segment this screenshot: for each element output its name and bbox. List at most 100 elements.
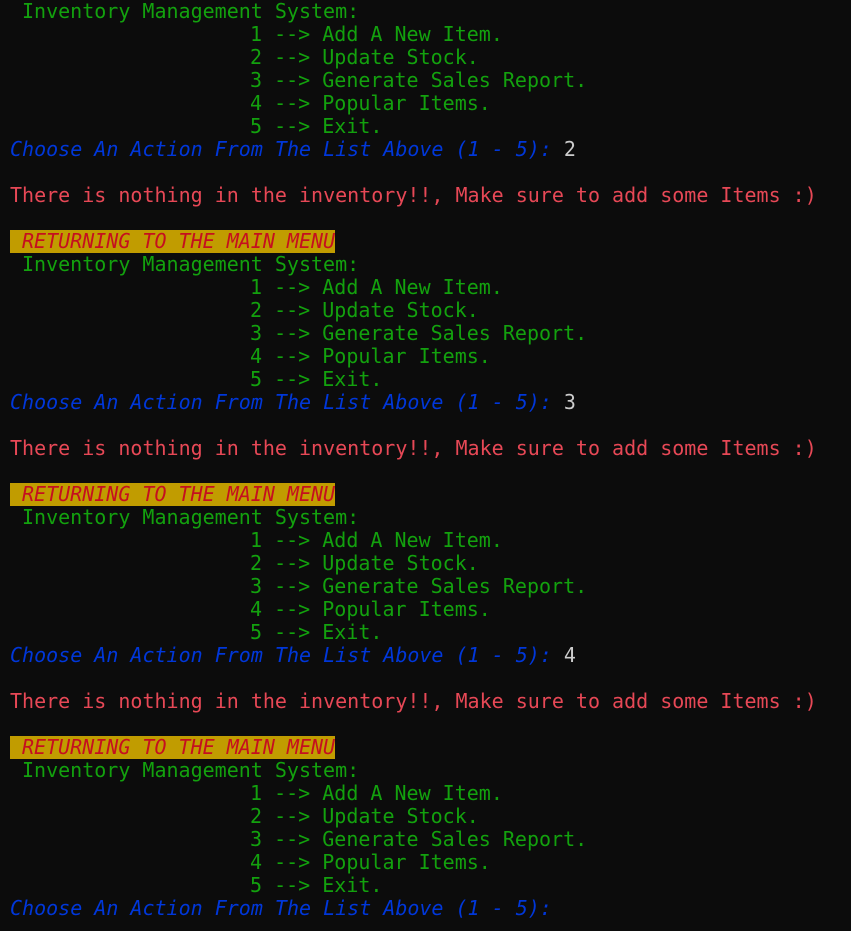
action-prompt: Choose An Action From The List Above (1 …: [0, 644, 851, 667]
menu-option: 2 --> Update Stock.: [0, 299, 851, 322]
return-banner-text: RETURNING TO THE MAIN MENU: [10, 483, 336, 506]
option-number: 4: [250, 91, 263, 115]
option-number: 2: [250, 298, 263, 322]
return-banner: RETURNING TO THE MAIN MENU: [0, 230, 851, 253]
return-banner: RETURNING TO THE MAIN MENU: [0, 736, 851, 759]
option-number: 2: [250, 551, 263, 575]
option-arrow: -->: [274, 574, 311, 598]
error-message-text: There is nothing in the inventory!!, Mak…: [10, 689, 817, 713]
option-number: 1: [250, 528, 263, 552]
option-arrow: -->: [274, 781, 311, 805]
option-number: 3: [250, 321, 263, 345]
action-prompt: Choose An Action From The List Above (1 …: [0, 138, 851, 161]
user-input: 2: [563, 137, 576, 161]
return-banner-text: RETURNING TO THE MAIN MENU: [10, 736, 336, 759]
menu-option: 3 --> Generate Sales Report.: [0, 575, 851, 598]
option-number: 3: [250, 68, 263, 92]
option-label: Generate Sales Report.: [322, 68, 588, 92]
option-number: 4: [250, 850, 263, 874]
option-label: Update Stock.: [322, 804, 479, 828]
empty-inventory-message: There is nothing in the inventory!!, Mak…: [0, 437, 851, 460]
option-arrow: -->: [274, 804, 311, 828]
option-number: 1: [250, 22, 263, 46]
prompt-text: Choose An Action From The List Above (1 …: [10, 390, 564, 414]
option-number: 1: [250, 275, 263, 299]
option-label: Popular Items.: [322, 344, 491, 368]
menu-option: 1 --> Add A New Item.: [0, 23, 851, 46]
prompt-text: Choose An Action From The List Above (1 …: [10, 896, 564, 920]
option-arrow: -->: [274, 298, 311, 322]
user-input: 4: [563, 643, 576, 667]
option-label: Add A New Item.: [322, 22, 503, 46]
option-arrow: -->: [274, 873, 311, 897]
menu-title-text: Inventory Management System:: [22, 505, 360, 529]
option-number: 5: [250, 367, 263, 391]
option-number: 2: [250, 45, 263, 69]
menu-title-text: Inventory Management System:: [22, 252, 360, 276]
option-arrow: -->: [274, 344, 311, 368]
menu-option: 5 --> Exit.: [0, 115, 851, 138]
menu-title-text: Inventory Management System:: [22, 758, 360, 782]
prompt-text: Choose An Action From The List Above (1 …: [10, 137, 564, 161]
option-label: Exit.: [322, 114, 383, 138]
action-prompt: Choose An Action From The List Above (1 …: [0, 391, 851, 414]
option-arrow: -->: [274, 275, 311, 299]
error-message-text: There is nothing in the inventory!!, Mak…: [10, 183, 817, 207]
empty-inventory-message: There is nothing in the inventory!!, Mak…: [0, 690, 851, 713]
option-arrow: -->: [274, 68, 311, 92]
menu-option: 3 --> Generate Sales Report.: [0, 69, 851, 92]
menu-option: 3 --> Generate Sales Report.: [0, 322, 851, 345]
menu-title: Inventory Management System:: [0, 253, 851, 276]
option-label: Popular Items.: [322, 91, 491, 115]
option-label: Exit.: [322, 367, 383, 391]
option-label: Exit.: [322, 620, 383, 644]
option-arrow: -->: [274, 321, 311, 345]
option-arrow: -->: [274, 850, 311, 874]
option-number: 4: [250, 597, 263, 621]
option-number: 5: [250, 114, 263, 138]
option-arrow: -->: [274, 551, 311, 575]
option-label: Popular Items.: [322, 597, 491, 621]
menu-option: 1 --> Add A New Item.: [0, 276, 851, 299]
action-prompt: Choose An Action From The List Above (1 …: [0, 897, 851, 920]
option-arrow: -->: [274, 114, 311, 138]
option-arrow: -->: [274, 45, 311, 69]
option-label: Add A New Item.: [322, 275, 503, 299]
option-label: Generate Sales Report.: [322, 321, 588, 345]
option-arrow: -->: [274, 620, 311, 644]
menu-option: 3 --> Generate Sales Report.: [0, 828, 851, 851]
menu-title-text: Inventory Management System:: [22, 0, 360, 23]
option-label: Update Stock.: [322, 551, 479, 575]
terminal-output[interactable]: Inventory Management System: 1 --> Add A …: [0, 0, 851, 931]
menu-option: 4 --> Popular Items.: [0, 851, 851, 874]
menu-option: 1 --> Add A New Item.: [0, 529, 851, 552]
option-label: Update Stock.: [322, 45, 479, 69]
option-label: Generate Sales Report.: [322, 574, 588, 598]
menu-option: 4 --> Popular Items.: [0, 92, 851, 115]
menu-option: 2 --> Update Stock.: [0, 552, 851, 575]
option-label: Generate Sales Report.: [322, 827, 588, 851]
option-arrow: -->: [274, 597, 311, 621]
menu-option: 5 --> Exit.: [0, 621, 851, 644]
return-banner: RETURNING TO THE MAIN MENU: [0, 483, 851, 506]
option-arrow: -->: [274, 22, 311, 46]
option-number: 3: [250, 827, 263, 851]
menu-option: 5 --> Exit.: [0, 874, 851, 897]
user-input: 3: [563, 390, 576, 414]
menu-title: Inventory Management System:: [0, 506, 851, 529]
menu-option: 2 --> Update Stock.: [0, 46, 851, 69]
prompt-text: Choose An Action From The List Above (1 …: [10, 643, 564, 667]
return-banner-text: RETURNING TO THE MAIN MENU: [10, 230, 336, 253]
menu-option: 5 --> Exit.: [0, 368, 851, 391]
option-arrow: -->: [274, 827, 311, 851]
error-message-text: There is nothing in the inventory!!, Mak…: [10, 436, 817, 460]
option-arrow: -->: [274, 367, 311, 391]
option-label: Exit.: [322, 873, 383, 897]
menu-option: 4 --> Popular Items.: [0, 345, 851, 368]
